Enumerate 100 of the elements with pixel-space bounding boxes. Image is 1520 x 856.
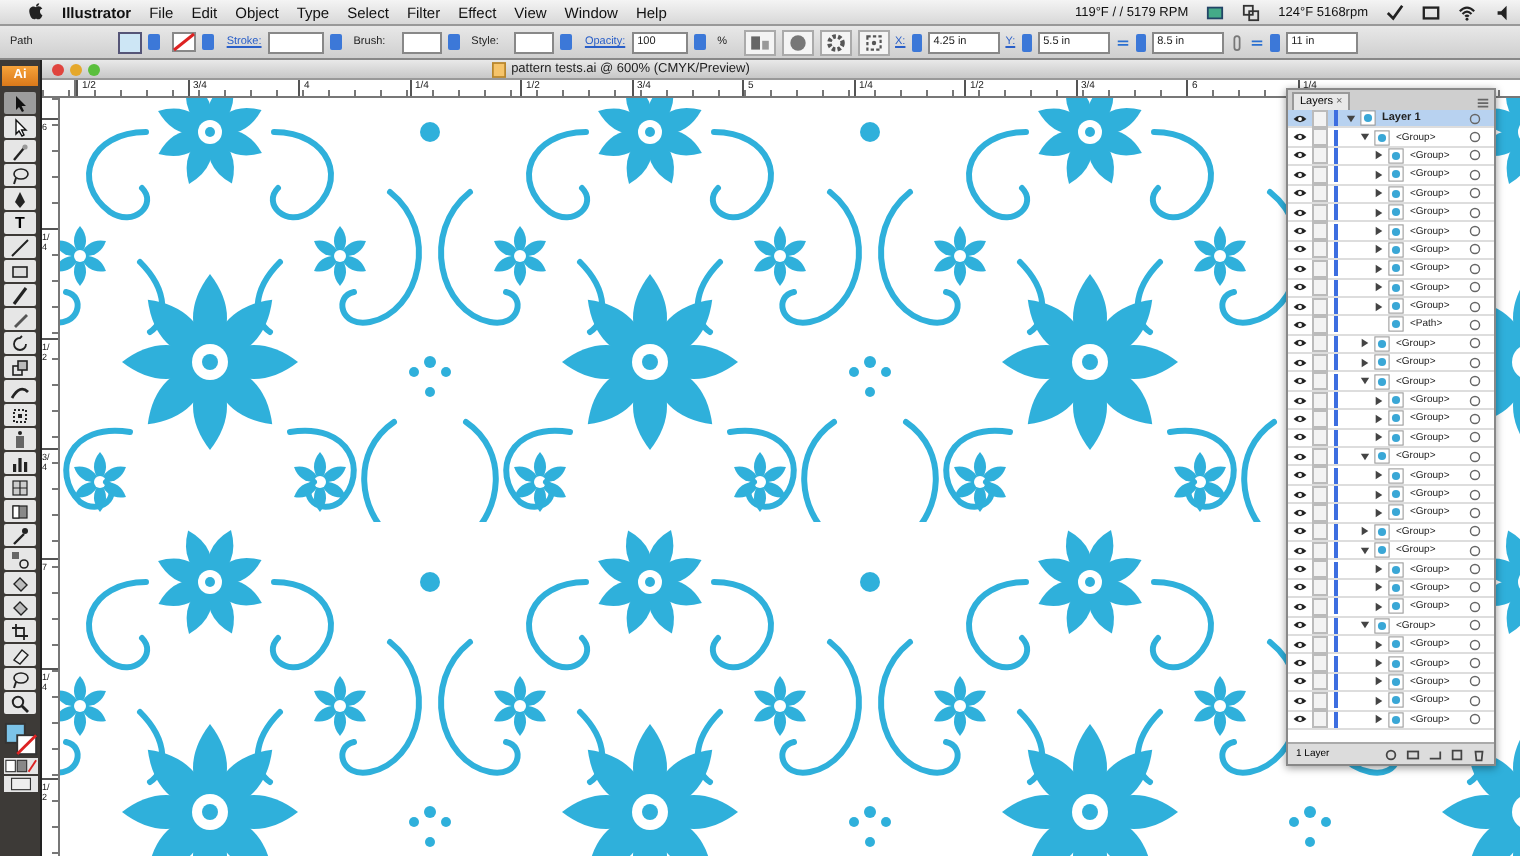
tool-button[interactable] [4,356,36,378]
tool-button[interactable] [4,452,36,474]
eye-icon[interactable] [1292,526,1308,537]
triangle-right-icon[interactable] [1374,226,1384,237]
eye-icon[interactable] [1292,113,1308,124]
y-stepper[interactable] [1021,33,1032,51]
tool-button[interactable] [4,668,36,690]
target-circle-icon[interactable] [1468,167,1482,182]
screen-mode-icon[interactable] [3,776,37,792]
tool-button[interactable] [4,620,36,642]
brush-dropdown[interactable] [447,34,460,50]
eye-icon[interactable] [1292,545,1308,556]
width-stepper[interactable] [1135,33,1146,51]
target-circle-icon[interactable] [1468,299,1482,314]
fill-dropdown[interactable] [148,34,161,50]
target-circle-icon[interactable] [1468,468,1482,483]
eye-icon[interactable] [1292,357,1308,368]
target-circle-icon[interactable] [1468,205,1482,220]
target-circle-icon[interactable] [1468,261,1482,276]
target-circle-icon[interactable] [1468,599,1482,614]
target-circle-icon[interactable] [1468,186,1482,201]
triangle-right-icon[interactable] [1374,695,1384,706]
eye-icon[interactable] [1292,564,1308,575]
eye-icon[interactable] [1292,150,1308,161]
brush-field[interactable] [401,31,442,53]
clipping-mask-icon[interactable] [1406,747,1420,761]
eye-icon[interactable] [1292,338,1308,349]
triangle-right-icon[interactable] [1374,150,1384,161]
style-dropdown[interactable] [560,34,573,50]
fill-stroke-swatches-icon[interactable] [3,722,37,756]
apple-logo-icon[interactable] [28,2,44,22]
eye-icon[interactable] [1292,432,1308,443]
trash-icon[interactable] [1472,747,1486,761]
tool-button[interactable] [4,644,36,666]
triangle-right-icon[interactable] [1374,601,1384,612]
target-circle-icon[interactable] [1468,618,1482,633]
target-circle-icon[interactable] [1468,637,1482,652]
tool-button[interactable] [4,380,36,402]
tool-button[interactable] [4,164,36,186]
wifi-icon[interactable] [1458,3,1476,21]
eye-icon[interactable] [1292,169,1308,180]
tool-button[interactable] [4,140,36,162]
eye-icon[interactable] [1292,639,1308,650]
eye-icon[interactable] [1292,319,1308,330]
target-circle-icon[interactable] [1468,280,1482,295]
check-icon[interactable] [1386,3,1404,21]
triangle-right-icon[interactable] [1374,564,1384,575]
eye-icon[interactable] [1292,601,1308,612]
triangle-down-icon[interactable] [1360,376,1370,387]
target-circle-icon[interactable] [1468,224,1482,239]
target-circle-icon[interactable] [1468,712,1482,727]
triangle-right-icon[interactable] [1374,582,1384,593]
triangle-right-icon[interactable] [1374,169,1384,180]
triangle-down-icon[interactable] [1360,451,1370,462]
tool-button[interactable] [4,572,36,594]
tool-button[interactable] [4,548,36,570]
tool-button[interactable] [4,524,36,546]
opacity-dropdown[interactable] [693,34,706,50]
new-sublayer-icon[interactable] [1428,747,1442,761]
align-icon[interactable] [743,29,776,55]
eye-icon[interactable] [1292,470,1308,481]
triangle-down-icon[interactable] [1360,545,1370,556]
eye-icon[interactable] [1292,226,1308,237]
eye-icon[interactable] [1292,658,1308,669]
target-circle-icon[interactable] [1468,130,1482,145]
tool-button[interactable] [4,596,36,618]
target-circle-icon[interactable] [1468,674,1482,689]
chain-link-icon[interactable] [1229,33,1244,51]
triangle-right-icon[interactable] [1374,188,1384,199]
eye-icon[interactable] [1292,451,1308,462]
transform-icon[interactable] [857,29,890,55]
monitor-icon[interactable] [1206,3,1225,21]
window-icon[interactable] [1242,3,1261,21]
target-circle-icon[interactable] [1468,317,1482,332]
triangle-down-icon[interactable] [1346,113,1356,124]
tool-button[interactable] [4,284,36,306]
eye-icon[interactable] [1292,676,1308,687]
eye-icon[interactable] [1292,489,1308,499]
triangle-right-icon[interactable] [1360,526,1370,537]
eye-icon[interactable] [1292,263,1308,274]
stroke-dropdown[interactable] [202,34,215,50]
tool-button[interactable]: T [4,212,36,234]
tool-button[interactable] [4,236,36,258]
eye-icon[interactable] [1292,413,1308,424]
eye-icon[interactable] [1292,395,1308,406]
stroke-weight-dropdown[interactable] [329,34,342,50]
fill-swatch[interactable] [118,31,143,53]
triangle-right-icon[interactable] [1374,207,1384,218]
new-layer-icon[interactable] [1450,747,1464,761]
eye-icon[interactable] [1292,207,1308,218]
tool-button[interactable] [4,332,36,354]
triangle-down-icon[interactable] [1360,620,1370,631]
triangle-right-icon[interactable] [1374,507,1384,518]
tool-button[interactable] [4,116,36,138]
triangle-right-icon[interactable] [1374,301,1384,312]
color-mode-icon[interactable] [3,758,37,774]
locate-object-icon[interactable] [1384,747,1398,761]
triangle-right-icon[interactable] [1374,432,1384,443]
triangle-right-icon[interactable] [1374,282,1384,293]
tool-button[interactable] [4,500,36,522]
